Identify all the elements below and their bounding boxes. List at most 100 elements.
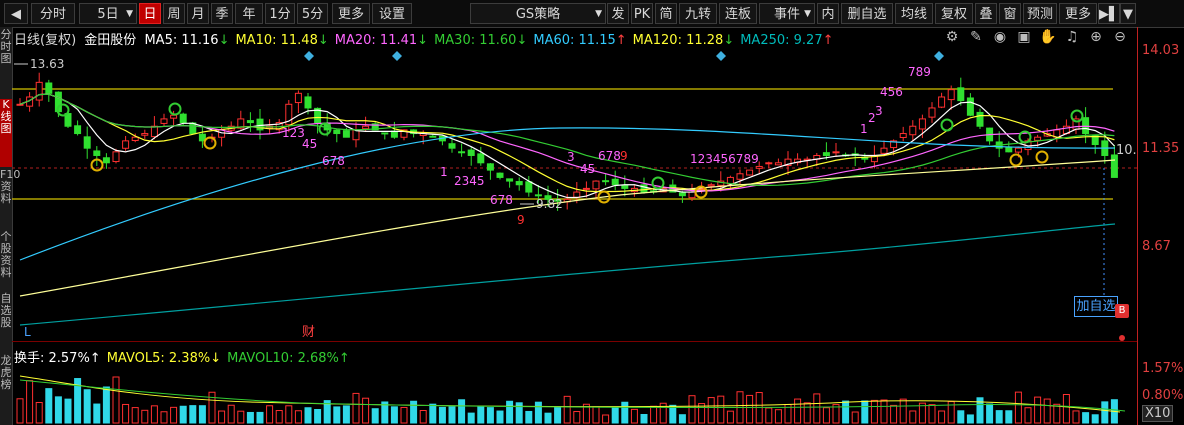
volume-bar [285, 405, 293, 424]
axis-label-mid: 11.35 [1142, 141, 1180, 156]
candle-body [678, 192, 686, 197]
candle-body [765, 162, 773, 165]
volume-bar [179, 405, 187, 424]
candle-body [611, 178, 619, 186]
volume-bar [861, 400, 869, 424]
scale-x10-button[interactable]: X10 [1142, 405, 1174, 422]
volume-bar [486, 407, 494, 424]
candle-body [294, 92, 302, 104]
nine-turn-count: 2345 [454, 174, 485, 188]
candle-body [534, 194, 542, 197]
volume-bar [438, 406, 446, 424]
candle-body [755, 165, 763, 169]
nine-turn-count: 678 [598, 149, 621, 163]
candle-body [390, 130, 398, 138]
nine-turn-count: 9 [517, 213, 525, 227]
volume-bar [1062, 393, 1070, 424]
volume-bar [1101, 401, 1109, 424]
candle-body [832, 151, 840, 154]
nine-turn-count: 45 [580, 162, 595, 176]
volume-bar [352, 392, 360, 424]
ma120-line [19, 159, 1116, 297]
volume-bar [304, 407, 312, 424]
candle-body [746, 169, 754, 176]
volume-bar [1053, 403, 1061, 424]
candle-body [947, 89, 955, 101]
volume-bar [237, 410, 245, 424]
axis-label-vol2: 0.80% [1142, 388, 1184, 403]
candle-body [304, 96, 312, 109]
nine-turn-count: 3 [567, 150, 575, 164]
volume-bar [1072, 410, 1080, 424]
volume-bar [1034, 396, 1042, 424]
volume-bar [83, 389, 91, 424]
event-diamond [304, 51, 314, 61]
volume-bar [246, 411, 254, 424]
volume-bar [544, 412, 552, 424]
candle-body [899, 133, 907, 138]
axis-label-vol1: 1.57% [1142, 361, 1184, 376]
candle-body [736, 173, 744, 180]
nine-turn-count: 9 [620, 149, 628, 163]
volume-legend-item: MAVOL5: 2.38%↓ [106, 351, 222, 366]
volume-bar [429, 403, 437, 424]
volume-bar [93, 403, 101, 424]
candle-body [621, 184, 629, 189]
candle-body [1082, 117, 1090, 135]
volume-bar [390, 406, 398, 424]
candle-body [938, 96, 946, 108]
candle-body [486, 163, 494, 171]
volume-bar [112, 376, 120, 424]
candle-body [957, 87, 965, 102]
candle-body [688, 191, 696, 199]
ma5-line [19, 93, 1115, 199]
volume-bar [842, 400, 850, 424]
volume-bar [525, 410, 533, 424]
volume-bar [16, 398, 24, 424]
volume-bar [899, 398, 907, 424]
panel-separator [12, 341, 1137, 342]
add-watchlist-button[interactable]: 加自选 [1074, 296, 1118, 317]
volume-bar [1024, 407, 1032, 424]
volume-bar [870, 399, 878, 424]
volume-bar [765, 407, 773, 424]
volume-bar [371, 408, 379, 424]
candle-body [35, 81, 43, 101]
candle-body [102, 157, 110, 164]
candle-body [774, 162, 782, 166]
volume-bar [1014, 391, 1022, 424]
volume-bar [573, 411, 581, 424]
nine-turn-count: 3 [875, 104, 883, 118]
candle-body [573, 191, 581, 198]
candle-body [45, 82, 53, 94]
low-price-label: 9.82 [536, 197, 563, 211]
volume-bar [496, 410, 504, 424]
candle-body [141, 133, 149, 136]
volume-bar [122, 403, 130, 424]
volume-bar [227, 404, 235, 424]
candle-body [525, 181, 533, 193]
volume-bar [554, 406, 562, 424]
candle-body [1034, 136, 1042, 141]
signal-circle-icon [1009, 153, 1023, 167]
high-price-label: 13.63 [30, 57, 64, 71]
volume-bar [218, 410, 226, 424]
nine-turn-count: 456 [880, 85, 903, 99]
volume-bar [45, 388, 53, 424]
volume-bar [822, 407, 830, 424]
volume-bar [890, 404, 898, 424]
volume-bar [256, 411, 264, 424]
nine-turn-count: 678 [322, 154, 345, 168]
volume-bar [563, 395, 571, 424]
volume-bar [275, 410, 283, 424]
volume-bar [774, 409, 782, 424]
price-axis: 14.03 11.35 8.67 1.57% 0.80% X10 [1137, 27, 1184, 425]
candle-body [16, 103, 24, 106]
nine-turn-count: 123456789 [690, 152, 759, 166]
buy-badge: B [1115, 304, 1129, 318]
volume-bar [669, 404, 677, 424]
volume-bar [342, 405, 350, 424]
candle-body [150, 125, 158, 138]
volume-bar [467, 412, 475, 424]
signal-circle-icon [1035, 150, 1049, 164]
